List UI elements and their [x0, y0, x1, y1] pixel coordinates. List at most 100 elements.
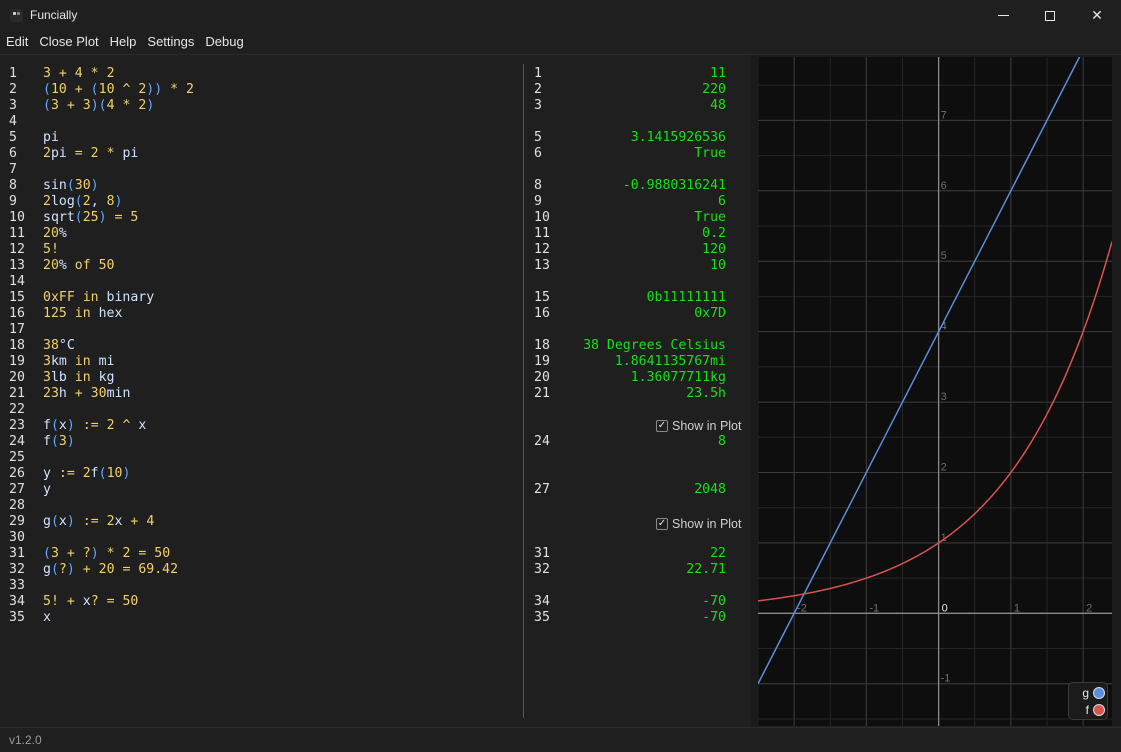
- code-line[interactable]: 2pi = 2 * pi: [43, 146, 513, 162]
- code-line[interactable]: [43, 322, 513, 338]
- code-line[interactable]: 3lb in kg: [43, 370, 513, 386]
- code-line[interactable]: y: [43, 482, 513, 498]
- result-value[interactable]: [560, 402, 726, 418]
- result-value[interactable]: [560, 274, 726, 290]
- code-line[interactable]: 125 in hex: [43, 306, 513, 322]
- code-line[interactable]: (10 + (10 ^ 2)) * 2: [43, 82, 513, 98]
- code-line[interactable]: g(x) := 2x + 4: [43, 514, 513, 530]
- result-value[interactable]: 1.36077711kg: [560, 370, 726, 386]
- code-line[interactable]: f(3): [43, 434, 513, 450]
- line-number: 13: [9, 258, 25, 273]
- result-value[interactable]: 1.8641135767mi: [560, 354, 726, 370]
- code-token: 2: [90, 146, 99, 161]
- line-number: 10: [9, 210, 25, 225]
- code-line[interactable]: 23h + 30min: [43, 386, 513, 402]
- code-line[interactable]: [43, 402, 513, 418]
- code-token: (: [50, 562, 59, 577]
- code-line[interactable]: y := 2f(10): [43, 466, 513, 482]
- result-value[interactable]: [560, 466, 726, 482]
- menu-help[interactable]: Help: [104, 31, 142, 53]
- show-in-plot-toggle-g[interactable]: ✓ Show in Plot: [656, 516, 741, 532]
- code-line[interactable]: (3 + 3)(4 * 2): [43, 98, 513, 114]
- code-token: f: [43, 434, 51, 449]
- checkbox-icon[interactable]: ✓: [656, 518, 668, 530]
- result-value[interactable]: 8: [560, 434, 726, 450]
- result-value[interactable]: 38 Degrees Celsius: [560, 338, 726, 354]
- result-value[interactable]: 0.2: [560, 226, 726, 242]
- result-value[interactable]: -0.9880316241: [560, 178, 726, 194]
- code-line[interactable]: pi: [43, 130, 513, 146]
- line-number: 33: [9, 578, 25, 593]
- code-line[interactable]: 38°C: [43, 338, 513, 354]
- results-column: 11 220 48 3.1415926536 True -0.9880316241 6 Tru…: [560, 66, 726, 626]
- result-value[interactable]: 2048: [560, 482, 726, 498]
- result-value[interactable]: 6: [560, 194, 726, 210]
- function-plot[interactable]: -2 -1 0 1 2-11234567: [758, 57, 1112, 726]
- result-value[interactable]: 22: [560, 546, 726, 562]
- result-value[interactable]: -70: [560, 610, 726, 626]
- code-line[interactable]: 3km in mi: [43, 354, 513, 370]
- result-value[interactable]: True: [560, 210, 726, 226]
- code-line[interactable]: 20% of 50: [43, 258, 513, 274]
- result-value[interactable]: 0b11111111: [560, 290, 726, 306]
- code-line[interactable]: [43, 498, 513, 514]
- result-value[interactable]: True: [560, 146, 726, 162]
- result-value[interactable]: [560, 450, 726, 466]
- checkbox-icon[interactable]: ✓: [656, 420, 668, 432]
- result-value[interactable]: 23.5h: [560, 386, 726, 402]
- result-value[interactable]: 11: [560, 66, 726, 82]
- code-line[interactable]: [43, 530, 513, 546]
- result-value[interactable]: [560, 530, 726, 546]
- close-button[interactable]: ✕: [1074, 0, 1120, 31]
- result-value[interactable]: 3.1415926536: [560, 130, 726, 146]
- legend-item-f[interactable]: f: [1075, 702, 1105, 718]
- code-token: (: [66, 178, 75, 193]
- code-line[interactable]: sqrt(25) = 5: [43, 210, 513, 226]
- code-line[interactable]: 5! + x? = 50: [43, 594, 513, 610]
- legend-item-g[interactable]: g: [1075, 685, 1105, 701]
- result-value[interactable]: [560, 114, 726, 130]
- code-token: 4: [146, 514, 155, 529]
- code-line[interactable]: (3 + ?) * 2 = 50: [43, 546, 513, 562]
- menu-settings[interactable]: Settings: [141, 31, 199, 53]
- code-line[interactable]: sin(30): [43, 178, 513, 194]
- code-line[interactable]: [43, 274, 513, 290]
- code-line[interactable]: g(?) + 20 = 69.42: [43, 562, 513, 578]
- code-token: pi: [43, 130, 59, 145]
- code-line[interactable]: 2log(2, 8): [43, 194, 513, 210]
- code-token: 2: [82, 466, 91, 481]
- result-value[interactable]: [560, 322, 726, 338]
- minimize-button[interactable]: [980, 0, 1026, 31]
- menu-close-plot[interactable]: Close Plot: [33, 31, 103, 53]
- y-tick-label: 6: [941, 180, 947, 192]
- code-token: 69.42: [138, 562, 179, 577]
- result-value[interactable]: 22.71: [560, 562, 726, 578]
- show-in-plot-toggle-f[interactable]: ✓ Show in Plot: [656, 418, 741, 434]
- code-line[interactable]: 20%: [43, 226, 513, 242]
- code-line[interactable]: 3 + 4 * 2: [43, 66, 513, 82]
- result-value[interactable]: [560, 162, 726, 178]
- result-value[interactable]: 10: [560, 258, 726, 274]
- code-line[interactable]: [43, 578, 513, 594]
- code-token: ,: [90, 194, 107, 209]
- code-line[interactable]: 0xFF in binary: [43, 290, 513, 306]
- result-value[interactable]: 48: [560, 98, 726, 114]
- panel-divider[interactable]: [523, 64, 524, 718]
- result-value[interactable]: [560, 578, 726, 594]
- code-editor[interactable]: 3 + 4 * 2 (10 + (10 ^ 2)) * 2 (3 + 3)(4 * …: [43, 66, 513, 626]
- code-line[interactable]: f(x) := 2 ^ x: [43, 418, 513, 434]
- result-value[interactable]: 0x7D: [560, 306, 726, 322]
- code-line[interactable]: x: [43, 610, 513, 626]
- code-line[interactable]: [43, 450, 513, 466]
- result-value[interactable]: [560, 498, 726, 514]
- code-line[interactable]: [43, 114, 513, 130]
- result-value[interactable]: 120: [560, 242, 726, 258]
- code-token: %: [58, 226, 67, 241]
- menu-debug[interactable]: Debug: [199, 31, 248, 53]
- menu-edit[interactable]: Edit: [0, 31, 33, 53]
- maximize-button[interactable]: [1027, 0, 1073, 31]
- result-value[interactable]: -70: [560, 594, 726, 610]
- code-line[interactable]: 5!: [43, 242, 513, 258]
- code-line[interactable]: [43, 162, 513, 178]
- result-value[interactable]: 220: [560, 82, 726, 98]
